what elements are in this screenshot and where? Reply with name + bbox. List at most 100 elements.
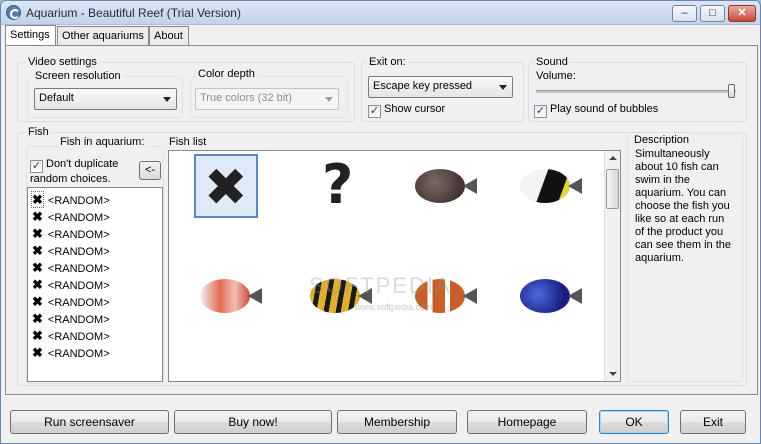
app-icon [6, 5, 21, 20]
dont-duplicate-label: Don't duplicate random choices. [30, 158, 119, 185]
list-item[interactable]: ✖ <RANDOM> [28, 259, 162, 276]
list-item-label: <RANDOM> [47, 280, 110, 292]
remove-x-icon: ✖ [32, 294, 43, 309]
list-item[interactable]: ✖ <RANDOM> [28, 310, 162, 327]
list-item-label: <RANDOM> [47, 331, 110, 343]
checkmark-icon: ✓ [534, 105, 547, 118]
remove-x-icon: ✖ [32, 209, 43, 224]
tab-settings[interactable]: Settings [5, 25, 56, 45]
close-button[interactable]: ✕ [728, 5, 756, 22]
list-item-label: <RANDOM> [47, 212, 110, 224]
fish-list-label: Fish list [169, 136, 207, 148]
color-depth-value: True colors (32 bit) [200, 92, 292, 104]
remove-x-icon: ✖ [32, 277, 43, 292]
settings-panel: Video settings Screen resolution Default… [5, 45, 758, 395]
buy-now-button[interactable]: Buy now! [174, 410, 332, 434]
list-item-label: <RANDOM> [47, 195, 110, 207]
chevron-down-icon [325, 97, 333, 102]
minimize-button[interactable]: – [672, 5, 697, 22]
scroll-down-icon[interactable] [609, 372, 617, 376]
list-item-label: <RANDOM> [47, 314, 110, 326]
fish-cell-random[interactable]: ? [304, 154, 368, 218]
scrollbar-thumb[interactable] [606, 169, 619, 209]
list-item[interactable]: ✖ <RANDOM> [28, 344, 162, 361]
fish-in-aquarium-label: Fish in aquarium: [58, 136, 147, 148]
volume-slider-track[interactable] [536, 90, 736, 93]
exit-on-label: Exit on: [367, 56, 408, 68]
title-bar[interactable]: Aquarium - Beautiful Reef (Trial Version… [1, 1, 760, 25]
remove-x-icon: ✖ [204, 158, 248, 218]
list-item[interactable]: ✖ <RANDOM> [28, 242, 162, 259]
window-title: Aquarium - Beautiful Reef (Trial Version… [26, 6, 241, 20]
play-bubbles-checkbox[interactable]: ✓ Play sound of bubbles [534, 103, 658, 118]
maximize-button[interactable]: □ [700, 5, 725, 22]
dont-duplicate-checkbox[interactable]: ✓ Don't duplicate random choices. [30, 158, 126, 186]
remove-x-icon: ✖ [32, 311, 43, 326]
screen-resolution-label: Screen resolution [33, 70, 123, 82]
show-cursor-checkbox[interactable]: ✓ Show cursor [368, 103, 445, 118]
screen-resolution-select[interactable]: Default [34, 88, 177, 110]
chevron-down-icon [499, 85, 507, 90]
black-white-fish-icon [520, 169, 582, 203]
fish-label: Fish [26, 126, 51, 138]
show-cursor-label: Show cursor [384, 103, 446, 115]
dark-fish-icon [415, 169, 477, 203]
fish-items: ✖ <RANDOM> ✖ <RANDOM> ✖ <RANDOM> ✖ <RANDOM> ✖ <RA… [28, 188, 162, 361]
checkmark-icon: ✓ [368, 105, 381, 118]
list-item[interactable]: ✖ <RANDOM> [28, 276, 162, 293]
random-question-icon: ? [322, 153, 354, 216]
list-item-label: <RANDOM> [47, 297, 110, 309]
tab-other-aquariums[interactable]: Other aquariums [57, 26, 149, 45]
list-item-label: <RANDOM> [47, 348, 110, 360]
exit-on-value: Escape key pressed [373, 80, 473, 92]
description-text: Simultaneously about 10 fish can swim in… [635, 148, 732, 264]
watermark-url: www.softpedia.com [355, 302, 433, 312]
tab-about[interactable]: About [149, 26, 189, 45]
screen-resolution-value: Default [39, 92, 74, 104]
chevron-down-icon [163, 97, 171, 102]
play-bubbles-label: Play sound of bubbles [550, 103, 659, 115]
sound-label: Sound [534, 56, 570, 68]
remove-x-icon: ✖ [32, 243, 43, 258]
list-item[interactable]: ✖ <RANDOM> [28, 208, 162, 225]
description-label: Description [632, 134, 692, 146]
color-depth-label: Color depth [196, 68, 257, 80]
remove-x-icon: ✖ [32, 328, 43, 343]
volume-slider-thumb[interactable] [728, 84, 735, 98]
list-item-label: <RANDOM> [47, 263, 110, 275]
ok-button[interactable]: OK [599, 410, 669, 434]
checkmark-icon: ✓ [30, 160, 43, 173]
remove-x-icon: ✖ [32, 345, 43, 360]
fish-in-aquarium-list[interactable]: ✖ <RANDOM> ✖ <RANDOM> ✖ <RANDOM> ✖ <RANDOM> ✖ <RA… [27, 187, 163, 382]
homepage-button[interactable]: Homepage [467, 410, 587, 434]
list-item[interactable]: ✖ <RANDOM> [28, 293, 162, 310]
list-item[interactable]: ✖ <RANDOM> [28, 191, 162, 208]
scroll-up-icon[interactable] [609, 156, 617, 160]
volume-label: Volume: [536, 70, 576, 82]
fish-list-scrollbar[interactable] [604, 151, 620, 381]
list-item-label: <RANDOM> [47, 229, 110, 241]
list-item-label: <RANDOM> [47, 246, 110, 258]
fish-cell-dark[interactable] [409, 154, 477, 218]
fish-cell-red-white[interactable] [194, 264, 262, 328]
main-window: Aquarium - Beautiful Reef (Trial Version… [0, 0, 761, 444]
watermark: SOFTPEDIA [309, 273, 452, 298]
red-white-fish-icon [200, 279, 262, 313]
fish-cell-black-white[interactable] [514, 154, 582, 218]
remove-x-icon: ✖ [32, 260, 43, 275]
color-depth-select: True colors (32 bit) [195, 88, 339, 110]
fish-cell-blue[interactable] [514, 264, 582, 328]
exit-button[interactable]: Exit [680, 410, 746, 434]
fish-cell-remove[interactable]: ✖ [194, 154, 258, 218]
membership-button[interactable]: Membership [337, 410, 457, 434]
video-settings-label: Video settings [26, 56, 99, 68]
move-to-aquarium-button[interactable]: <- [139, 161, 161, 180]
exit-on-select[interactable]: Escape key pressed [368, 76, 513, 98]
remove-x-icon: ✖ [32, 226, 43, 241]
fish-list-grid[interactable]: ✖ ? SOFTPEDIA www.softpedia.com [168, 150, 621, 382]
list-item[interactable]: ✖ <RANDOM> [28, 225, 162, 242]
remove-x-icon: ✖ [31, 191, 44, 208]
list-item[interactable]: ✖ <RANDOM> [28, 327, 162, 344]
blue-fish-icon [520, 279, 582, 313]
run-screensaver-button[interactable]: Run screensaver [10, 410, 169, 434]
